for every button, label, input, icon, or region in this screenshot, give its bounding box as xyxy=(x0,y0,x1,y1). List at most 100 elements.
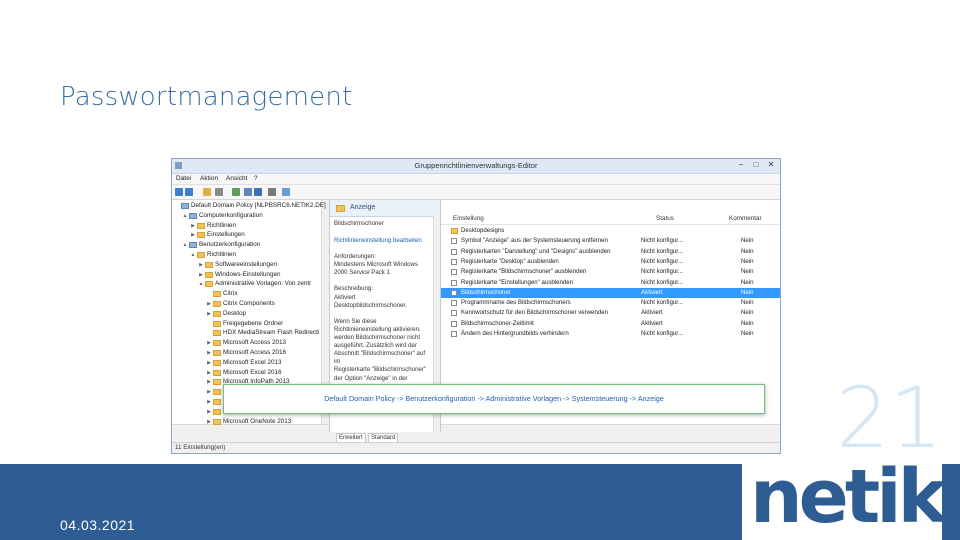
tree-item[interactable]: ▶ Richtlinien xyxy=(172,221,329,231)
list-row[interactable]: Kennwortschutz für den Bildschirmschoner… xyxy=(441,308,780,318)
tab-standard[interactable]: Standard xyxy=(368,433,399,442)
collapsed-arrow-icon[interactable]: ▶ xyxy=(206,338,212,348)
collapsed-arrow-icon[interactable]: ▶ xyxy=(198,260,204,270)
setting-name: Registerkarte "Bildschirmschoner" ausble… xyxy=(461,268,587,276)
menu-item[interactable]: Aktion xyxy=(200,175,218,182)
folder-icon xyxy=(197,252,205,258)
policy-setting-icon xyxy=(451,238,457,245)
collapsed-arrow-icon[interactable]: ▶ xyxy=(206,358,212,368)
show-hide-icon[interactable] xyxy=(268,188,276,196)
tree-item[interactable]: ▲ Richtlinien xyxy=(172,250,329,260)
list-horizontal-scrollbar[interactable] xyxy=(441,424,780,432)
help-icon[interactable] xyxy=(254,188,262,196)
tree-item[interactable]: ▶ Microsoft Excel 2016 xyxy=(172,368,329,378)
setting-name: Registerkarten "Darstellung" und "Design… xyxy=(461,247,611,255)
tab-extended[interactable]: Erweitert xyxy=(336,433,366,442)
folder-icon xyxy=(213,310,221,317)
tree-item[interactable]: ▶ Windows-Einstellungen xyxy=(172,270,329,280)
list-row[interactable]: Registerkarte "Bildschirmschoner" ausble… xyxy=(441,267,780,277)
description-header: Anzeige xyxy=(330,200,440,217)
tree-item[interactable]: ▶ Citrix Components xyxy=(172,299,329,309)
list-row[interactable]: Symbol "Anzeige" aus der Systemsteuerung… xyxy=(441,236,780,246)
folder-icon xyxy=(197,222,205,229)
policy-setting-icon xyxy=(451,279,457,286)
properties-icon[interactable] xyxy=(215,188,223,196)
edit-policy-link[interactable]: Richtlinieneinstellung bearbeiten xyxy=(334,237,422,244)
tree-item[interactable]: ▶ Microsoft Access 2016 xyxy=(172,348,329,358)
tree-item[interactable]: ▲ Benutzerkonfiguration xyxy=(172,240,329,250)
folder-icon xyxy=(451,228,458,234)
tree-item[interactable]: Freigegebene Ordner xyxy=(172,319,329,329)
footer-date: 04.03.2021 xyxy=(60,517,136,533)
description-line: Aktiviert xyxy=(334,293,356,301)
tree-item[interactable]: HDX MediaStream Flash Redirecti xyxy=(172,328,329,338)
collapsed-arrow-icon[interactable]: ▶ xyxy=(206,309,212,319)
collapsed-arrow-icon[interactable]: ▶ xyxy=(206,417,212,427)
menu-item[interactable]: ? xyxy=(254,175,258,182)
export-icon[interactable] xyxy=(244,188,252,196)
collapsed-arrow-icon[interactable]: ▶ xyxy=(206,397,212,407)
column-header-status[interactable]: Status xyxy=(656,215,674,222)
expanded-arrow-icon[interactable]: ▲ xyxy=(190,250,196,260)
back-icon[interactable] xyxy=(175,188,183,196)
description-line: Wenn Sie diese xyxy=(334,317,377,325)
refresh-icon[interactable] xyxy=(232,188,240,196)
toolbar xyxy=(172,185,780,200)
list-row[interactable]: Programmname des Bildschirmschoners Nicht… xyxy=(441,298,780,308)
tree-item[interactable]: Default Domain Policy [NLPBSRC6.NETIK2.D… xyxy=(172,201,329,211)
tree-item-label: Citrix Components xyxy=(223,300,275,307)
list-row[interactable]: Registerkarte "Einstellungen" ausblenden… xyxy=(441,278,780,288)
tree-item[interactable]: ▶ Desktop xyxy=(172,309,329,319)
collapsed-arrow-icon[interactable]: ▶ xyxy=(206,387,212,397)
menu-item[interactable]: Ansicht xyxy=(226,175,247,182)
collapsed-arrow-icon[interactable]: ▶ xyxy=(206,348,212,358)
collapsed-arrow-icon[interactable]: ▶ xyxy=(206,377,212,387)
collapsed-arrow-icon[interactable]: ▶ xyxy=(198,270,204,280)
tree-item-label: Administrative Vorlagen: Von zentr xyxy=(215,280,312,288)
list-row[interactable]: Registerkarte "Desktop" ausblenden Nicht … xyxy=(441,257,780,267)
list-row[interactable]: Registerkarten "Darstellung" und "Design… xyxy=(441,247,780,257)
expanded-arrow-icon[interactable]: ▲ xyxy=(182,240,188,250)
list-row[interactable]: Desktopdesigns xyxy=(441,226,780,236)
tree-item-label: Windows-Einstellungen xyxy=(215,270,281,278)
maximize-button[interactable]: □ xyxy=(749,160,763,169)
tree-item[interactable]: ▲ Administrative Vorlagen: Von zentr xyxy=(172,279,329,289)
list-row[interactable]: Bildschirmschoner Aktiviert Nein xyxy=(441,287,780,299)
collapsed-arrow-icon[interactable]: ▶ xyxy=(190,221,196,231)
expanded-arrow-icon[interactable]: ▲ xyxy=(182,211,188,221)
description-line: Registerkarte "Bildschirmschoner" xyxy=(334,366,427,374)
list-row[interactable]: Ändern des Hintergrundbilds verhindern Ni… xyxy=(441,329,780,339)
minimize-button[interactable]: – xyxy=(734,160,748,169)
policy-icon xyxy=(181,203,189,209)
filter-icon[interactable] xyxy=(282,188,290,196)
window-title: Gruppenrichtlinienverwaltungs-Editor xyxy=(414,161,538,170)
folder-icon xyxy=(213,330,221,337)
list-row[interactable]: Bildschirmschoner-Zeitlimit Aktiviert Nein xyxy=(441,319,780,329)
collapsed-arrow-icon[interactable]: ▶ xyxy=(206,299,212,309)
tree-item[interactable]: ▶ Einstellungen xyxy=(172,230,329,240)
close-button[interactable]: ✕ xyxy=(764,160,778,169)
tree-item[interactable]: ▶ Microsoft Access 2013 xyxy=(172,338,329,348)
menu-item[interactable]: Datei xyxy=(176,175,191,182)
tree-item[interactable]: Citrix xyxy=(172,289,329,299)
tree-item[interactable]: ▶ Softwareeinstellungen xyxy=(172,260,329,270)
collapsed-arrow-icon[interactable]: ▶ xyxy=(206,368,212,378)
tree-item-label: Richtlinien xyxy=(207,251,237,258)
tree-item[interactable]: ▶ Microsoft OneNote 2013 xyxy=(172,417,329,427)
collapsed-arrow-icon[interactable]: ▶ xyxy=(206,407,212,417)
forward-icon[interactable] xyxy=(185,188,193,196)
folder-icon xyxy=(213,408,221,415)
expanded-arrow-icon[interactable]: ▲ xyxy=(198,279,204,289)
folder-icon xyxy=(213,399,221,405)
folder-icon xyxy=(205,271,213,278)
tree-item[interactable]: ▲ Computerkonfiguration xyxy=(172,211,329,221)
description-line: Anforderungen: xyxy=(334,253,377,260)
folder-up-icon[interactable] xyxy=(203,188,211,196)
folder-icon xyxy=(205,281,213,288)
column-header-comment[interactable]: Kommentar xyxy=(729,215,762,222)
column-header-setting[interactable]: Einstellung xyxy=(453,215,484,222)
collapsed-arrow-icon[interactable]: ▶ xyxy=(190,230,196,240)
policy-setting-icon xyxy=(451,289,457,296)
tree-item[interactable]: ▶ Microsoft Excel 2013 xyxy=(172,358,329,368)
folder-icon xyxy=(197,232,205,239)
